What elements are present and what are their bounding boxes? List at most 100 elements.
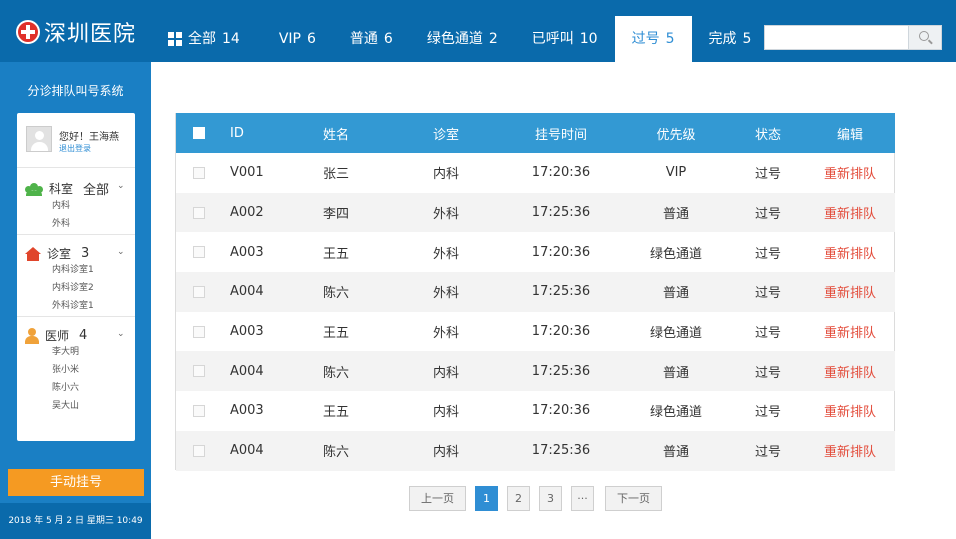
manual-register-button[interactable]: 手动挂号	[8, 469, 144, 496]
column-header: 编辑	[836, 127, 863, 143]
tab-called[interactable]: 已呼叫 10	[515, 16, 615, 62]
cell-time: 17:25:36	[531, 284, 591, 300]
red-cross-icon	[16, 20, 40, 44]
cell-id: V001	[230, 165, 264, 181]
requeue-link[interactable]: 重新排队	[824, 445, 876, 460]
row-checkbox[interactable]	[192, 166, 205, 179]
cell-room: 内科	[432, 445, 459, 461]
list-item[interactable]: 陈小六	[52, 379, 79, 397]
column-header: 状态	[754, 127, 781, 143]
cell-status: 过号	[754, 167, 781, 183]
tab-label: 已呼叫	[531, 31, 574, 47]
user-info: 您好！王海燕 退出登录	[17, 113, 135, 168]
cell-priority: 普通	[662, 207, 689, 223]
prev-page-button[interactable]: 上一页	[409, 486, 466, 511]
requeue-link[interactable]: 重新排队	[824, 405, 876, 420]
requeue-link[interactable]: 重新排队	[824, 286, 876, 301]
page-ellipsis[interactable]: ···	[571, 486, 594, 511]
pagination: 上一页 1 2 3 ··· 下一页	[409, 486, 671, 511]
hospital-name: 深圳医院	[44, 22, 137, 47]
cell-time: 17:20:36	[531, 165, 591, 181]
search-icon	[919, 31, 929, 41]
cell-room: 外科	[432, 207, 459, 223]
tab-green-channel[interactable]: 绿色通道 2	[410, 16, 515, 62]
search-input[interactable]	[765, 26, 909, 49]
tab-done[interactable]: 完成 5	[692, 16, 769, 62]
tab-label: 过号	[631, 31, 660, 47]
requeue-link[interactable]: 重新排队	[824, 366, 876, 381]
column-header: 优先级	[656, 127, 696, 143]
page-button-2[interactable]: 2	[507, 486, 530, 511]
list-item[interactable]: 内科诊室2	[52, 279, 94, 297]
tab-normal[interactable]: 普通 6	[333, 16, 410, 62]
system-title: 分诊排队叫号系统	[27, 84, 124, 98]
tab-count: 10	[579, 31, 598, 47]
tab-all[interactable]: 全部 14	[153, 16, 262, 62]
cell-priority: 绿色通道	[649, 405, 702, 421]
search-button[interactable]	[908, 26, 941, 49]
chevron-down-icon: ⌄	[117, 181, 125, 191]
row-checkbox[interactable]	[192, 285, 205, 298]
department-label: 科室	[49, 182, 74, 196]
doctor-value: 4	[79, 328, 88, 343]
table-row: A003 王五 外科 17:20:36 绿色通道 过号 重新排队	[176, 312, 895, 352]
cell-status: 过号	[754, 445, 781, 461]
cell-name: 张三	[322, 167, 349, 183]
select-all-checkbox[interactable]	[192, 127, 205, 139]
doctor-dropdown[interactable]: 医师 4 ⌄	[25, 327, 125, 344]
page-button-1[interactable]: 1	[475, 486, 498, 511]
cell-id: A002	[230, 205, 264, 221]
cell-status: 过号	[754, 207, 781, 223]
tab-label: 普通	[349, 31, 378, 47]
row-checkbox[interactable]	[192, 404, 205, 417]
clinic-dropdown[interactable]: 诊室 3 ⌄	[25, 245, 125, 262]
list-item[interactable]: 外科诊室1	[52, 297, 94, 315]
column-header: ID	[230, 125, 244, 141]
cell-id: A003	[230, 324, 264, 340]
cell-name: 陈六	[322, 286, 349, 302]
cell-room: 内科	[432, 365, 459, 381]
cell-name: 王五	[322, 326, 349, 342]
requeue-link[interactable]: 重新排队	[824, 247, 876, 262]
cell-priority: 普通	[662, 365, 689, 381]
table-row: A002 李四 外科 17:25:36 普通 过号 重新排队	[176, 192, 895, 233]
page-button-3[interactable]: 3	[539, 486, 562, 511]
people-icon	[25, 182, 43, 196]
tab-vip[interactable]: VIP 6	[262, 16, 333, 62]
tab-missed[interactable]: 过号 5	[614, 16, 692, 62]
clinic-list: 内科诊室1 内科诊室2 外科诊室1	[52, 261, 94, 315]
next-page-button[interactable]: 下一页	[605, 486, 662, 511]
column-header: 诊室	[432, 127, 459, 143]
requeue-link[interactable]: 重新排队	[824, 326, 876, 341]
list-item[interactable]: 张小米	[52, 361, 79, 379]
row-checkbox[interactable]	[192, 365, 205, 378]
row-checkbox[interactable]	[192, 444, 205, 457]
list-item[interactable]: 李大明	[52, 343, 79, 361]
requeue-link[interactable]: 重新排队	[824, 207, 876, 222]
tab-count: 5	[742, 31, 752, 47]
list-item[interactable]: 吴大山	[52, 397, 79, 415]
tab-count: 14	[222, 31, 240, 47]
queue-table: ID 姓名 诊室 挂号时间 优先级 状态 编辑 V001 张三 内科 17:20…	[175, 113, 895, 471]
tab-label: VIP	[278, 31, 301, 47]
cell-priority: VIP	[665, 165, 687, 181]
table-row: A004 陈六 内科 17:25:36 普通 过号 重新排队	[176, 351, 895, 392]
cell-room: 外科	[432, 286, 459, 302]
list-item[interactable]: 内科	[52, 197, 70, 215]
list-item[interactable]: 内科诊室1	[52, 261, 94, 279]
row-checkbox[interactable]	[192, 206, 205, 219]
department-dropdown[interactable]: 科室 全部 ⌄	[25, 179, 125, 198]
requeue-link[interactable]: 重新排队	[824, 167, 876, 182]
column-header: 挂号时间	[534, 127, 587, 143]
list-item[interactable]: 外科	[52, 215, 70, 233]
logout-link[interactable]: 退出登录	[59, 143, 91, 154]
cell-status: 过号	[754, 405, 781, 421]
cell-priority: 绿色通道	[649, 326, 702, 342]
row-checkbox[interactable]	[192, 325, 205, 338]
chevron-down-icon: ⌄	[117, 329, 125, 339]
tab-count: 6	[383, 31, 393, 47]
table-row: A004 陈六 外科 17:25:36 普通 过号 重新排队	[176, 272, 895, 312]
doctor-icon	[25, 327, 39, 344]
clinic-label: 诊室	[47, 247, 72, 261]
row-checkbox[interactable]	[192, 246, 205, 259]
